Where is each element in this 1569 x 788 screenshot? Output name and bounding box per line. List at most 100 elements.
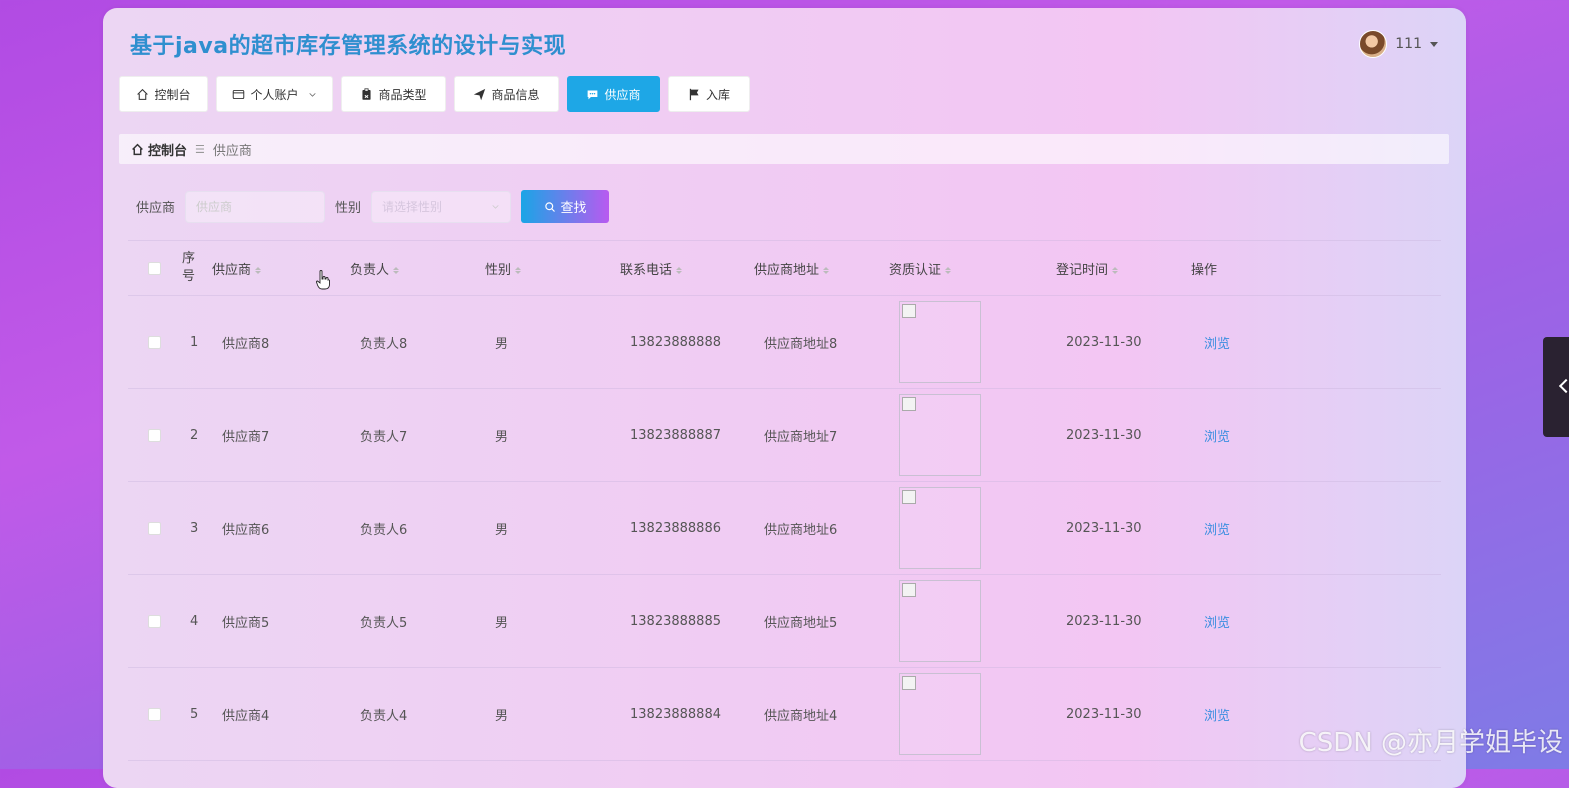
cell-address: 供应商地址7 (764, 429, 838, 445)
cell-cert (891, 673, 1058, 755)
cell-time: 2023-11-30 (1066, 427, 1142, 443)
wallet-icon (233, 89, 245, 99)
table-row: 2 供应商7 负责人7 男 13823888887 供应商地址7 2023-11… (128, 389, 1441, 482)
search-icon (544, 201, 555, 212)
cell-supplier: 供应商8 (222, 336, 270, 352)
cell-no: 3 (190, 520, 199, 536)
breadcrumb: 控制台 ☰ 供应商 (119, 134, 1449, 164)
gender-select-placeholder: 请选择性别 (382, 200, 443, 214)
caret-down-icon[interactable] (1430, 41, 1438, 47)
sort-icon[interactable] (945, 266, 952, 274)
cell-no: 2 (190, 427, 199, 443)
cert-image[interactable] (899, 301, 981, 383)
avatar[interactable] (1359, 30, 1388, 58)
cell-time: 2023-11-30 (1066, 706, 1142, 722)
cert-image[interactable] (899, 394, 981, 476)
row-check-cell (128, 521, 172, 535)
cert-image[interactable] (899, 580, 981, 662)
view-link[interactable]: 浏览 (1201, 709, 1230, 724)
row-check-cell (128, 335, 172, 349)
chat-icon (588, 89, 598, 99)
row-checkbox[interactable] (147, 428, 161, 442)
supplier-search-input[interactable] (185, 190, 326, 223)
search-bar: 供应商 性别 请选择性别 查找 (136, 190, 610, 223)
header-time[interactable]: 登记时间 (1048, 259, 1183, 278)
breadcrumb-current: 供应商 (212, 143, 252, 159)
app-title: 基于java的超市库存管理系统的设计与实现 (130, 34, 567, 59)
sort-icon[interactable] (393, 266, 400, 274)
view-link[interactable]: 浏览 (1201, 616, 1230, 631)
view-link[interactable]: 浏览 (1201, 430, 1230, 445)
cell-gender: 男 (495, 336, 509, 352)
row-checkbox[interactable] (147, 521, 161, 535)
cell-time: 2023-11-30 (1066, 520, 1142, 536)
nav-dashboard-label: 控制台 (154, 87, 191, 102)
cell-address: 供应商地址5 (764, 615, 838, 631)
cell-no: 5 (190, 706, 199, 722)
cell-time: 2023-11-30 (1066, 613, 1142, 629)
cell-gender: 男 (495, 708, 509, 724)
cell-cert (891, 580, 1058, 662)
header-gender[interactable]: 性别 (477, 259, 612, 278)
row-check-cell (128, 428, 172, 442)
cell-supplier: 供应商4 (222, 708, 270, 724)
cell-time: 2023-11-30 (1066, 334, 1142, 350)
nav-goods-info-label: 商品信息 (491, 87, 540, 102)
cell-supplier: 供应商5 (222, 615, 270, 631)
cell-op: 浏览 (1193, 612, 1313, 631)
header-time-label: 登记时间 (1056, 262, 1109, 278)
sort-icon[interactable] (515, 266, 522, 274)
row-checkbox[interactable] (147, 335, 161, 349)
sort-icon[interactable] (676, 266, 683, 274)
header-manager[interactable]: 负责人 (342, 259, 477, 278)
supplier-table: 序号 供应商 负责人 性别 联系电话 供应商地址 资质认证 登记时间 操作 1 … (128, 240, 1441, 761)
row-checkbox[interactable] (147, 707, 161, 721)
cell-cert (891, 301, 1058, 383)
header-manager-label: 负责人 (350, 262, 390, 278)
user-menu[interactable]: 111 (1359, 30, 1438, 58)
breadcrumb-home[interactable]: 控制台 (131, 140, 187, 159)
cert-image[interactable] (899, 487, 981, 569)
cell-phone: 13823888887 (630, 427, 721, 443)
cell-address: 供应商地址6 (764, 522, 838, 538)
sort-icon[interactable] (823, 266, 830, 274)
view-link[interactable]: 浏览 (1201, 337, 1230, 352)
row-checkbox[interactable] (147, 614, 161, 628)
cell-manager: 负责人5 (360, 615, 408, 631)
sort-icon[interactable] (255, 266, 262, 274)
nav-supplier[interactable]: 供应商 (567, 76, 660, 112)
cell-op: 浏览 (1193, 333, 1313, 352)
cell-op: 浏览 (1193, 426, 1313, 445)
header-cert[interactable]: 资质认证 (881, 259, 1048, 278)
nav-goods-info[interactable]: 商品信息 (454, 76, 559, 112)
sort-icon[interactable] (1112, 266, 1119, 274)
chevron-down-icon (308, 92, 316, 97)
nav-account-label: 个人账户 (250, 87, 299, 102)
row-check-cell (128, 614, 172, 628)
nav-dashboard[interactable]: 控制台 (119, 76, 208, 112)
gender-select[interactable]: 请选择性别 (371, 190, 512, 223)
cert-image[interactable] (899, 673, 981, 755)
cell-op: 浏览 (1193, 705, 1313, 724)
header-phone[interactable]: 联系电话 (612, 259, 746, 278)
nav-goods-type[interactable]: 商品类型 (341, 76, 446, 112)
table-row: 4 供应商5 负责人5 男 13823888885 供应商地址5 2023-11… (128, 575, 1441, 668)
user-name[interactable]: 111 (1395, 36, 1422, 52)
select-all-checkbox[interactable] (147, 261, 161, 275)
row-check-cell (128, 707, 172, 721)
find-button[interactable]: 查找 (521, 190, 610, 223)
view-link[interactable]: 浏览 (1201, 523, 1230, 538)
header-address[interactable]: 供应商地址 (746, 259, 881, 278)
cell-address: 供应商地址8 (764, 336, 838, 352)
header-gender-label: 性别 (485, 262, 512, 278)
side-collapse-tab[interactable] (1543, 337, 1569, 437)
find-button-label: 查找 (560, 200, 587, 215)
header-cert-label: 资质认证 (889, 262, 942, 278)
cell-address: 供应商地址4 (764, 708, 838, 724)
nav-stock-in[interactable]: 入库 (668, 76, 750, 112)
home-icon (137, 88, 149, 100)
breadcrumb-separator-icon: ☰ (195, 142, 205, 156)
top-nav: 控制台 个人账户 商品类型 商品信息 供应商 入库 (119, 76, 750, 112)
nav-goods-type-label: 商品类型 (378, 87, 427, 102)
nav-account[interactable]: 个人账户 (216, 76, 333, 112)
